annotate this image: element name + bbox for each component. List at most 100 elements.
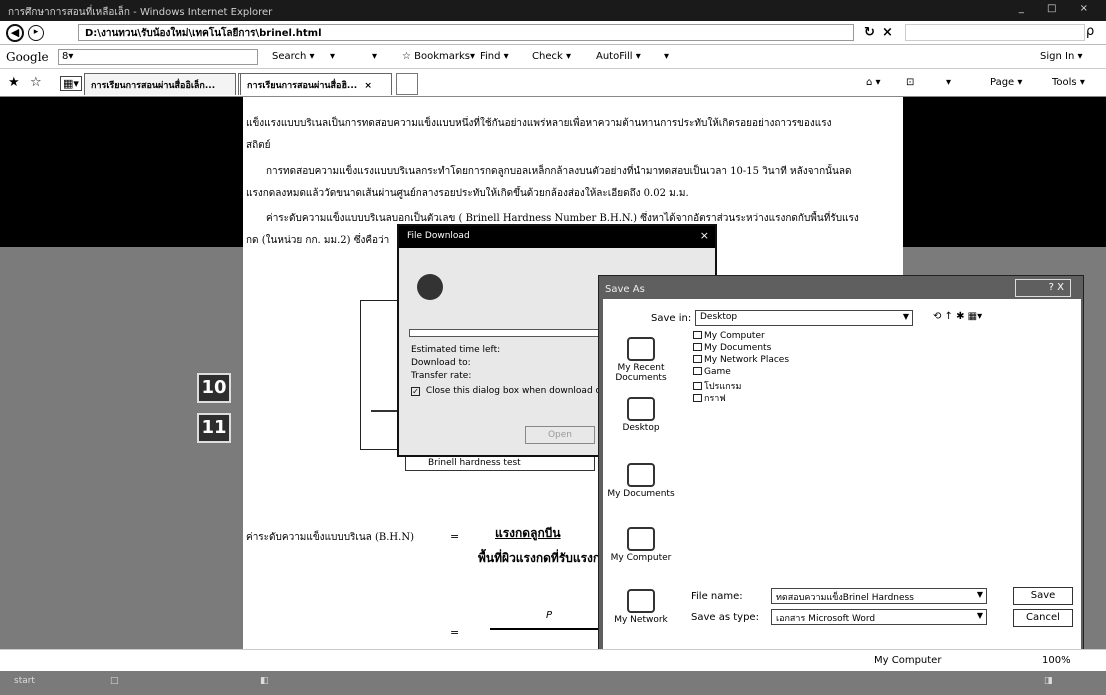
address-bar: ◀ ▸ D:\งานทวน\รับน้องใหม่\เทคโนโลยีการ\b… [0,21,1106,45]
save-type-value: เอกสาร Microsoft Word [776,614,876,624]
start-button[interactable]: start [14,676,35,686]
transfer-rate-label: Transfer rate: [411,371,472,381]
tab-first[interactable]: การเรียนการสอนผ่านสื่ออิเล็ก... [84,73,236,95]
place-desktop-label: Desktop [622,423,660,433]
feeds-button[interactable]: ⊡ [906,77,914,88]
save-as-controls[interactable]: ? X [1015,279,1071,297]
side-button-11[interactable]: 11 [197,413,231,443]
google-share-button[interactable]: ▾ [330,51,335,62]
close-when-done-label: Close this dialog box when download comp [425,386,621,396]
save-in-label: Save in: [651,313,692,324]
google-autofill-button[interactable]: AutoFill ▾ [596,51,641,62]
formula-fraction-line [490,628,600,630]
back-button[interactable]: ◀ [6,24,24,42]
window-title-bar: การศึกษาการสอนที่เหลือเล็ก - Windows Int… [0,0,1106,21]
doc-paragraph-1: แข็งแรงแบบบริเนลเป็นการทดสอบความแข็งแบบห… [246,118,832,129]
my-network-icon [627,589,655,613]
forward-button[interactable]: ▸ [28,25,44,41]
refresh-button[interactable]: ↻ [864,25,875,40]
formula-equals-2: = [450,626,460,639]
place-my-network[interactable]: My Network [605,589,677,625]
google-search-input[interactable] [58,49,258,65]
place-my-network-label: My Network [614,615,668,625]
window-controls[interactable]: _ □ × [1019,3,1098,14]
save-type-label: Save as type: [691,612,759,623]
download-open-button[interactable]: Open [525,426,595,444]
zoom-level[interactable]: 100% [1042,655,1071,666]
taskbar: start □ ◧ ◨ [0,671,1106,695]
file-item-network-places[interactable]: My Network Places [693,355,789,365]
formula-label: ค่าระดับความแข็งแบบบริเนล (B.H.N) [246,532,414,543]
tray-icons[interactable]: ◨ [1044,676,1053,686]
save-button[interactable]: Save [1013,587,1073,605]
doc-paragraph-4: แรงกดลงหมดแล้ววัดขนาดเส้นผ่านศูนย์กลางรอ… [246,188,689,199]
close-when-done-checkbox-row[interactable]: ✓ Close this dialog box when download co… [411,386,620,396]
google-toolbar: Google 8▾ Search ▾ ▾ ▾ ☆ Bookmarks▾ Find… [0,45,1106,69]
network-icon [693,355,702,363]
close-when-done-checkbox[interactable]: ✓ [411,387,420,396]
add-favorites-icon[interactable]: ☆ [30,75,42,90]
stop-button[interactable]: × [882,25,893,40]
file-item-label: My Documents [704,343,772,353]
google-bookmarks-button[interactable]: ☆ Bookmarks▾ [402,51,475,62]
place-my-computer[interactable]: My Computer [605,527,677,563]
tab-close-icon[interactable]: × [364,81,372,91]
window-title: การศึกษาการสอนที่เหลือเล็ก - Windows Int… [8,7,273,18]
folder-icon [693,367,702,375]
cancel-button[interactable]: Cancel [1013,609,1073,627]
google-more-button[interactable]: ▾ [664,51,669,62]
google-search-button[interactable]: Search ▾ [272,51,315,62]
file-name-label: File name: [691,591,743,602]
folder-icon [693,343,702,351]
chevron-down-icon: ▼ [902,312,909,321]
file-name-input[interactable]: ทดสอบความแข็งBrinel Hardness ▼ [771,588,987,604]
live-search-input[interactable] [905,24,1085,41]
doc-paragraph-6: กด (ในหน่วย กก. มม.2) ซึ่งคือว่า [246,235,390,246]
file-item-my-documents[interactable]: My Documents [693,343,771,353]
folder-toolbar-icons[interactable]: ⟲ ↑ ✱ ▦▾ [933,311,982,322]
formula-equals: = [450,530,460,543]
quick-tabs-icon[interactable]: ▦▾ [60,76,82,91]
file-item-label: My Computer [704,331,765,341]
save-as-dialog: Save As ? X Save in: Desktop ▼ ⟲ ↑ ✱ ▦▾ … [598,275,1084,660]
my-computer-icon [627,527,655,551]
doc-paragraph-3: การทดสอบความแข็งแรงแบบบริเนลกระทำโดยการก… [266,166,852,177]
url-input[interactable]: D:\งานทวน\รับน้องใหม่\เทคโนโลยีการ\brine… [78,24,854,41]
save-type-dropdown[interactable]: เอกสาร Microsoft Word ▼ [771,609,987,625]
search-icon[interactable]: ρ [1086,24,1094,39]
file-item-label: กราฟ [704,394,726,404]
file-item-graph[interactable]: กราฟ [693,391,726,405]
file-list: My Computer My Documents My Network Plac… [689,327,1079,571]
new-tab-button[interactable] [396,73,418,95]
download-dialog-close-icon[interactable]: × [700,229,709,242]
place-recent-documents[interactable]: My Recent Documents [605,337,677,383]
computer-icon [693,331,702,339]
security-zone: My Computer [874,655,942,666]
file-item-game[interactable]: Game [693,367,731,377]
chevron-down-icon: ▼ [976,611,983,620]
save-in-dropdown[interactable]: Desktop ▼ [695,310,913,326]
file-item-label: My Network Places [704,355,790,365]
google-pagerank-button[interactable]: ▾ [372,51,377,62]
save-in-value: Desktop [700,312,738,322]
print-button[interactable]: ▾ [946,77,951,88]
google-find-button[interactable]: Find ▾ [480,51,509,62]
file-item-my-computer[interactable]: My Computer [693,331,765,341]
tab-bar: ★ ☆ ▦▾ การเรียนการสอนผ่านสื่ออิเล็ก... ก… [0,69,1106,97]
home-button[interactable]: ⌂ ▾ [866,77,881,88]
formula-p-term: P [546,610,553,621]
place-my-documents[interactable]: My Documents [605,463,677,499]
favorites-star-icon[interactable]: ★ [8,75,20,90]
place-desktop[interactable]: Desktop [605,397,677,433]
recent-documents-icon [627,337,655,361]
page-menu-button[interactable]: Page ▾ [990,77,1022,88]
tools-menu-button[interactable]: Tools ▾ [1052,77,1085,88]
tab-active[interactable]: การเรียนการสอนผ่านสื่อฮิ... × [240,73,392,95]
google-check-button[interactable]: Check ▾ [532,51,571,62]
download-to-label: Download to: [411,358,471,368]
taskbar-item-2[interactable]: ◧ [260,676,269,686]
side-button-10[interactable]: 10 [197,373,231,403]
desktop-icon [627,397,655,421]
taskbar-item-1[interactable]: □ [110,676,119,686]
google-sign-in[interactable]: Sign In ▾ [1040,51,1082,62]
